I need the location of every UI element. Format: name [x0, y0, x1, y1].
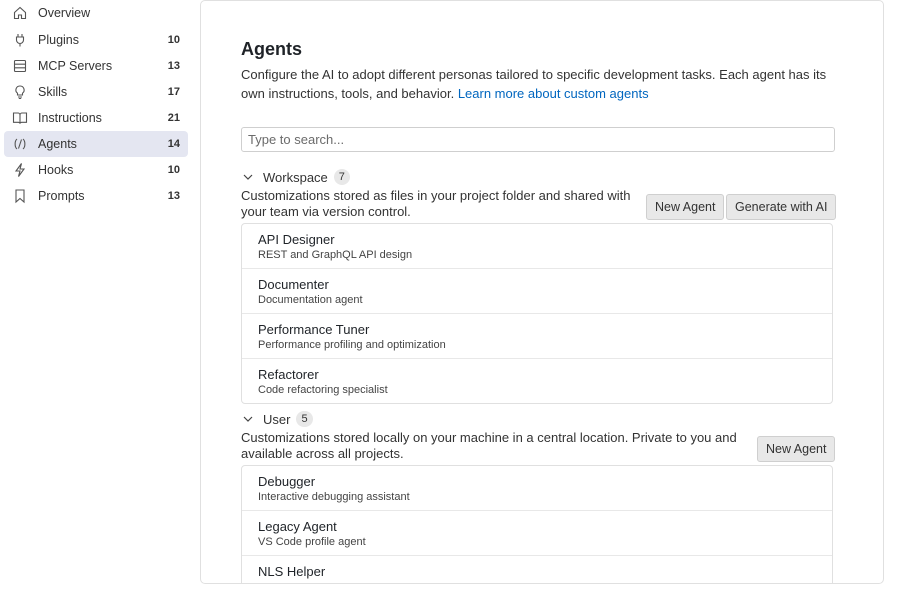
sidebar-item-label: Skills [38, 85, 68, 99]
server-icon [12, 58, 28, 74]
agent-description: REST and GraphQL API design [258, 249, 413, 261]
list-item[interactable]: API Designer REST and GraphQL API design [242, 224, 832, 269]
search-input[interactable] [241, 127, 835, 152]
sidebar-item-count: 10 [167, 34, 180, 46]
lightning-icon [12, 162, 28, 178]
agent-name: Debugger [258, 474, 316, 489]
main-panel: Agents Configure the AI to adopt differe… [200, 0, 884, 584]
home-icon [12, 5, 28, 21]
sidebar: Overview Plugins 10 MCP Servers 13 Skill… [0, 0, 196, 600]
plug-icon [12, 32, 28, 48]
sidebar-item-skills[interactable]: Skills 17 [4, 79, 188, 105]
sidebar-item-label: Hooks [38, 163, 74, 177]
sidebar-item-plugins[interactable]: Plugins 10 [4, 27, 188, 53]
lightbulb-icon [12, 84, 28, 100]
sidebar-item-prompts[interactable]: Prompts 13 [4, 183, 188, 209]
new-agent-button[interactable]: New Agent [757, 436, 836, 462]
list-item[interactable]: Documenter Documentation agent [242, 269, 832, 314]
chevron-down-icon [241, 412, 255, 426]
agent-description: Documentation agent [258, 294, 363, 306]
sidebar-item-count: 21 [167, 112, 180, 124]
section-name: User [263, 411, 291, 427]
sidebar-item-label: Agents [38, 137, 77, 151]
chevron-down-icon [241, 170, 255, 184]
section-count-badge: 5 [296, 411, 313, 427]
workspace-agent-list: API Designer REST and GraphQL API design… [241, 223, 833, 404]
bookmark-icon [12, 188, 28, 204]
agent-description: Interactive debugging assistant [258, 491, 410, 503]
sidebar-item-mcp-servers[interactable]: MCP Servers 13 [4, 53, 188, 79]
new-agent-button[interactable]: New Agent [646, 194, 725, 220]
agent-name: Documenter [258, 277, 329, 292]
user-agent-list: Debugger Interactive debugging assistant… [241, 465, 833, 583]
sidebar-item-label: Prompts [38, 189, 85, 203]
agent-description: VS Code profile agent [258, 536, 366, 548]
sidebar-item-agents[interactable]: Agents 14 [4, 131, 188, 157]
section-description: Customizations stored as files in your p… [241, 188, 631, 219]
sidebar-item-count: 17 [167, 86, 180, 98]
section-name: Workspace [263, 169, 328, 185]
sidebar-item-label: Instructions [38, 111, 102, 125]
agent-description: Code refactoring specialist [258, 384, 388, 396]
page-title: Agents [241, 39, 303, 59]
agent-name: NLS Helper [258, 564, 326, 579]
section-workspace-header[interactable]: Workspace 7 [241, 168, 350, 186]
generate-with-ai-button[interactable]: Generate with AI [726, 194, 837, 220]
sidebar-item-count: 14 [167, 138, 180, 150]
list-item[interactable]: Legacy Agent VS Code profile agent [242, 511, 832, 556]
sidebar-item-label: Plugins [38, 33, 79, 47]
agent-icon [12, 136, 28, 152]
list-item[interactable]: Refactorer Code refactoring specialist [242, 359, 832, 403]
list-item[interactable]: Debugger Interactive debugging assistant [242, 466, 832, 511]
section-user-header[interactable]: User 5 [241, 410, 313, 428]
agent-name: Performance Tuner [258, 322, 370, 337]
page-description: Configure the AI to adopt different pers… [241, 65, 841, 103]
list-item[interactable]: Performance Tuner Performance profiling … [242, 314, 832, 359]
sidebar-item-label: Overview [38, 6, 91, 20]
list-item[interactable]: NLS Helper [242, 556, 832, 583]
sidebar-item-overview[interactable]: Overview [4, 0, 188, 26]
sidebar-item-hooks[interactable]: Hooks 10 [4, 157, 188, 183]
agent-name: API Designer [258, 232, 335, 247]
agent-name: Refactorer [258, 367, 319, 382]
sidebar-item-count: 13 [167, 190, 180, 202]
learn-more-link[interactable]: Learn more about custom agents [458, 86, 649, 101]
agent-name: Legacy Agent [258, 519, 337, 534]
sidebar-item-count: 10 [167, 164, 180, 176]
sidebar-item-label: MCP Servers [38, 59, 113, 73]
sidebar-item-count: 13 [167, 60, 180, 72]
sidebar-item-instructions[interactable]: Instructions 21 [4, 105, 188, 131]
section-count-badge: 7 [333, 169, 350, 185]
book-icon [12, 110, 28, 126]
agent-description: Performance profiling and optimization [258, 339, 446, 351]
section-description: Customizations stored locally on your ma… [241, 430, 737, 461]
